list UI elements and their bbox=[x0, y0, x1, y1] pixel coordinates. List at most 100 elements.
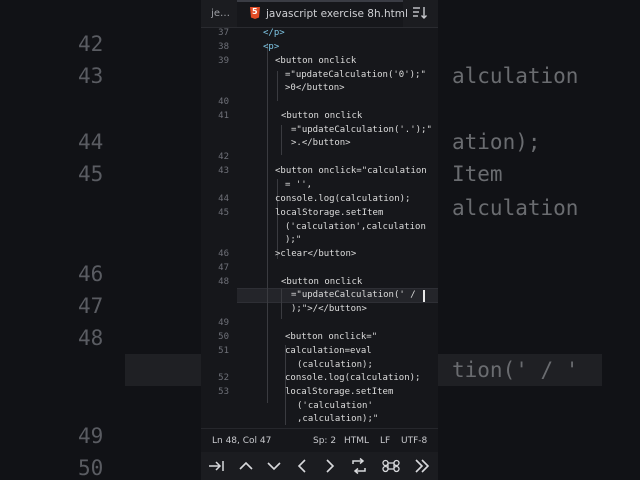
background-code: ation); bbox=[452, 130, 541, 154]
code-text: <button onclick bbox=[281, 277, 363, 287]
indent-guide bbox=[285, 345, 286, 425]
editor-screen: je… 5 javascript exercise 8h.html 37 38 … bbox=[201, 0, 438, 480]
code-line: </p> bbox=[263, 28, 285, 38]
indentation-setting[interactable]: Sp: 2 bbox=[313, 429, 336, 453]
background-line-number: 43 bbox=[78, 64, 104, 88]
code-text: <button onclick=" bbox=[285, 332, 378, 342]
background-line-number: 50 bbox=[78, 456, 104, 480]
background-line-number: 48 bbox=[78, 326, 104, 350]
indent-guide bbox=[281, 289, 282, 319]
command-icon[interactable] bbox=[380, 456, 402, 476]
code-text: (calculation); bbox=[297, 360, 373, 370]
code-text: );">/</button> bbox=[291, 304, 367, 314]
line-number: 43 bbox=[218, 166, 229, 176]
code-text: ('calculation',calculation bbox=[285, 222, 426, 232]
swap-icon[interactable] bbox=[348, 456, 370, 476]
line-number: 46 bbox=[218, 249, 229, 259]
line-number: 37 bbox=[218, 28, 229, 38]
double-chevron-right-icon[interactable] bbox=[411, 456, 433, 476]
arrow-down-icon[interactable] bbox=[263, 456, 285, 476]
code-line: >.</button> bbox=[291, 138, 351, 148]
arrow-right-icon[interactable] bbox=[319, 456, 341, 476]
indent-guide bbox=[281, 125, 282, 155]
cursor-position[interactable]: Ln 48, Col 47 bbox=[212, 429, 271, 453]
line-number: 52 bbox=[218, 373, 229, 383]
code-text: >.</button> bbox=[291, 138, 351, 148]
code-text: ,calculation);" bbox=[297, 414, 379, 424]
line-ending[interactable]: LF bbox=[380, 429, 390, 453]
background-left: 42 43 44 45 46 47 48 49 50 bbox=[0, 0, 201, 480]
line-number: 48 bbox=[218, 277, 229, 287]
code-line: console.log(calculation); bbox=[275, 194, 410, 204]
code-line: );">/</button> bbox=[291, 304, 367, 314]
code-line: >clear</button> bbox=[275, 249, 356, 259]
code-text: >0</button> bbox=[285, 83, 345, 93]
status-bar: Ln 48, Col 47 Sp: 2 HTML LF UTF-8 bbox=[201, 428, 438, 453]
html5-icon: 5 bbox=[250, 7, 260, 19]
indent-guide bbox=[277, 71, 278, 101]
line-number: 42 bbox=[218, 152, 229, 162]
code-text: ('calculation' bbox=[297, 401, 373, 411]
line-number: 47 bbox=[218, 263, 229, 273]
line-number: 41 bbox=[218, 111, 229, 121]
background-line-number: 45 bbox=[78, 162, 104, 186]
line-number: 50 bbox=[218, 332, 229, 342]
arrow-left-icon[interactable] bbox=[291, 456, 313, 476]
background-code: alculation bbox=[452, 196, 579, 220]
line-number: 49 bbox=[218, 318, 229, 328]
tab-icon[interactable] bbox=[206, 456, 228, 476]
code-line: ="updateCalculation('0');" bbox=[285, 70, 426, 80]
code-line: <button onclick="calculation bbox=[275, 166, 427, 176]
code-line: <button onclick bbox=[281, 277, 362, 287]
line-number: 51 bbox=[218, 346, 229, 356]
extra-keys-bar bbox=[201, 452, 438, 480]
code-text: calculation=eval bbox=[285, 346, 372, 356]
code-text: console.log(calculation); bbox=[285, 373, 421, 383]
code-line: ('calculation' bbox=[297, 401, 373, 411]
code-text: ="updateCalculation(' / ' bbox=[291, 290, 427, 300]
code-line: >0</button> bbox=[285, 83, 345, 93]
code-line: ('calculation',calculation bbox=[285, 222, 426, 232]
code-line: (calculation); bbox=[297, 360, 373, 370]
code-text: localStorage.setItem bbox=[275, 208, 384, 218]
background-line-number: 47 bbox=[78, 294, 104, 318]
background-highlight bbox=[125, 354, 201, 386]
indent-guide bbox=[277, 179, 278, 259]
code-line: <button onclick bbox=[275, 56, 356, 66]
code-line: = '', bbox=[285, 180, 312, 190]
code-line: <p> bbox=[263, 42, 279, 52]
code-text: ="updateCalculation('0');" bbox=[285, 70, 426, 80]
sort-icon[interactable] bbox=[411, 5, 429, 21]
code-text: >clear</button> bbox=[275, 249, 357, 259]
code-editor[interactable]: 37 38 39 40 41 42 43 44 45 46 47 48 49 5… bbox=[201, 27, 438, 427]
tab-title: javascript exercise 8h.html bbox=[266, 8, 408, 20]
arrow-up-icon[interactable] bbox=[235, 456, 257, 476]
code-text: <button onclick bbox=[281, 111, 363, 121]
code-line: <button onclick=" bbox=[285, 332, 377, 342]
line-number: 38 bbox=[218, 42, 229, 52]
background-code: alculation bbox=[452, 64, 579, 88]
background-code: Item bbox=[452, 162, 503, 186]
code-line: localStorage.setItem bbox=[275, 208, 383, 218]
indent-guide bbox=[267, 43, 268, 403]
code-line: ="updateCalculation('.');" bbox=[291, 125, 432, 135]
file-encoding[interactable]: UTF-8 bbox=[401, 429, 427, 453]
code-text: <button onclick="calculation bbox=[275, 166, 427, 176]
tab-previous[interactable]: je… bbox=[201, 0, 236, 27]
code-text: ="updateCalculation('.');" bbox=[291, 125, 432, 135]
code-text: console.log(calculation); bbox=[275, 194, 411, 204]
background-line-number: 44 bbox=[78, 130, 104, 154]
tab-active[interactable]: 5 javascript exercise 8h.html bbox=[237, 0, 408, 27]
code-text: <button onclick bbox=[275, 56, 357, 66]
background-line-number: 46 bbox=[78, 262, 104, 286]
code-text: <p> bbox=[263, 42, 280, 52]
background-line-number: 49 bbox=[78, 424, 104, 448]
language-mode[interactable]: HTML bbox=[344, 429, 369, 453]
code-text: </p> bbox=[263, 28, 285, 38]
code-line: );" bbox=[285, 235, 301, 245]
line-number: 39 bbox=[218, 56, 229, 66]
code-text: localStorage.setItem bbox=[285, 387, 394, 397]
code-text: );" bbox=[285, 235, 302, 245]
line-number: 45 bbox=[218, 208, 229, 218]
code-text: = '', bbox=[285, 180, 313, 190]
